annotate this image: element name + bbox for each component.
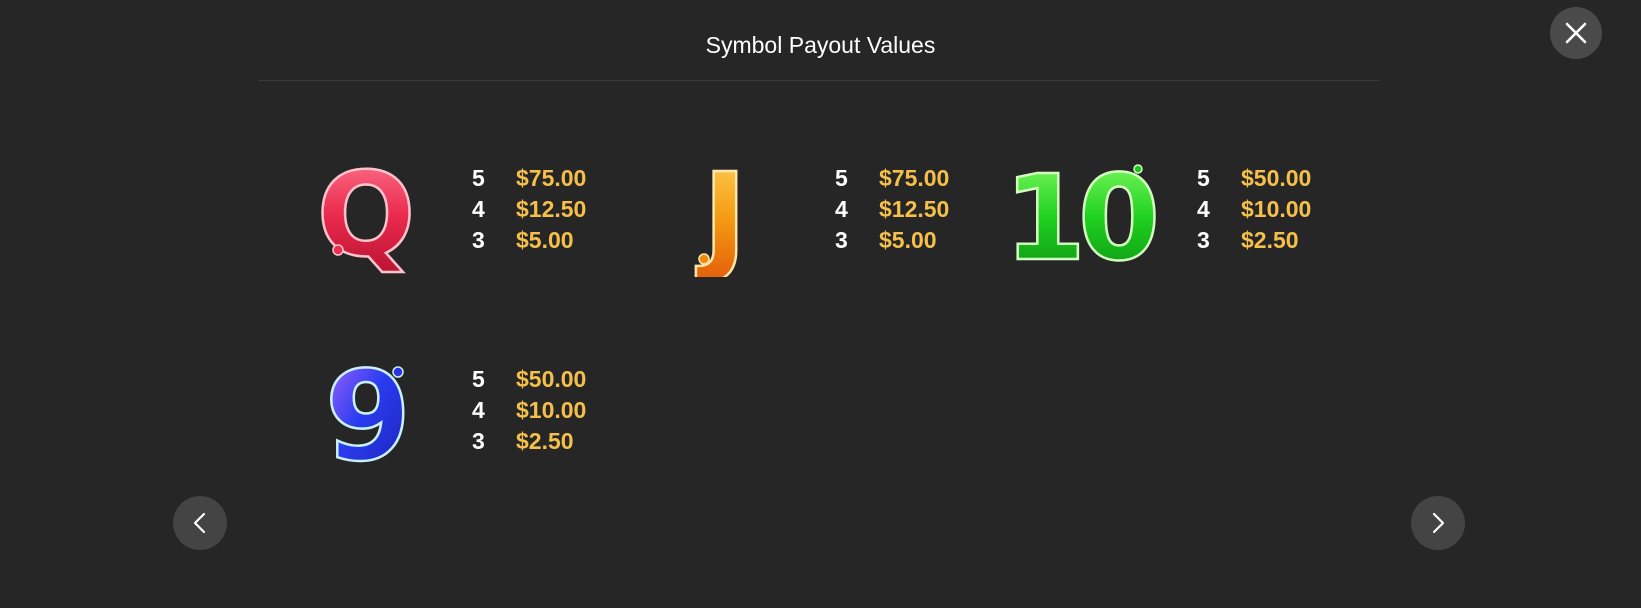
header-divider — [258, 80, 1380, 81]
payout-row: 5 $50.00 — [472, 364, 632, 395]
symbol-q-icon: Q — [312, 147, 432, 285]
payout-row: 4 $12.50 — [835, 194, 995, 225]
page-title: Symbol Payout Values — [705, 32, 936, 58]
previous-page-button[interactable] — [173, 496, 227, 550]
payout-value: $12.50 — [879, 196, 950, 222]
close-button[interactable] — [1550, 7, 1602, 59]
svg-text:Q: Q — [317, 148, 416, 277]
payout-row: 3 $2.50 — [1197, 225, 1357, 256]
payout-value: $12.50 — [516, 196, 587, 222]
svg-text:10: 10 — [1004, 149, 1155, 277]
next-page-button[interactable] — [1411, 496, 1465, 550]
symbol-9-icon: 9 — [312, 344, 432, 491]
payout-table-j: 5 $75.00 4 $12.50 3 $5.00 — [835, 163, 995, 256]
payout-value: $75.00 — [879, 165, 950, 191]
payout-row: 4 $10.00 — [472, 395, 632, 426]
payout-count: 5 — [472, 366, 485, 392]
payout-row: 3 $5.00 — [472, 225, 632, 256]
payout-count: 5 — [1197, 165, 1210, 191]
symbol-10-icon: 10 — [1003, 147, 1158, 277]
payout-row: 3 $5.00 — [835, 225, 995, 256]
symbol-j-icon: J — [675, 147, 795, 290]
payout-value: $75.00 — [516, 165, 587, 191]
payout-count: 3 — [472, 428, 485, 454]
chevron-right-icon — [1432, 512, 1445, 534]
payout-row: 5 $75.00 — [835, 163, 995, 194]
payout-count: 3 — [1197, 227, 1210, 253]
payout-row: 5 $75.00 — [472, 163, 632, 194]
payout-value: $10.00 — [1241, 196, 1312, 222]
close-icon — [1565, 22, 1587, 44]
payout-count: 3 — [835, 227, 848, 253]
payout-count: 3 — [472, 227, 485, 253]
chevron-left-icon — [193, 512, 206, 534]
payout-count: 5 — [835, 165, 848, 191]
payout-count: 5 — [472, 165, 485, 191]
payout-row: 4 $10.00 — [1197, 194, 1357, 225]
payout-value: $10.00 — [516, 397, 587, 423]
payout-count: 4 — [472, 397, 485, 423]
payout-value: $50.00 — [1241, 165, 1312, 191]
payout-row: 3 $2.50 — [472, 426, 632, 457]
payout-table-q: 5 $75.00 4 $12.50 3 $5.00 — [472, 163, 632, 256]
payout-count: 4 — [835, 196, 848, 222]
payout-row: 5 $50.00 — [1197, 163, 1357, 194]
payout-table-9: 5 $50.00 4 $10.00 3 $2.50 — [472, 364, 632, 457]
payout-table-10: 5 $50.00 4 $10.00 3 $2.50 — [1197, 163, 1357, 256]
payout-value: $2.50 — [1241, 227, 1299, 253]
payout-value: $2.50 — [516, 428, 574, 454]
payout-count: 4 — [472, 196, 485, 222]
payout-value: $5.00 — [879, 227, 937, 253]
payout-value: $50.00 — [516, 366, 587, 392]
payout-row: 4 $12.50 — [472, 194, 632, 225]
payout-value: $5.00 — [516, 227, 574, 253]
payout-count: 4 — [1197, 196, 1210, 222]
